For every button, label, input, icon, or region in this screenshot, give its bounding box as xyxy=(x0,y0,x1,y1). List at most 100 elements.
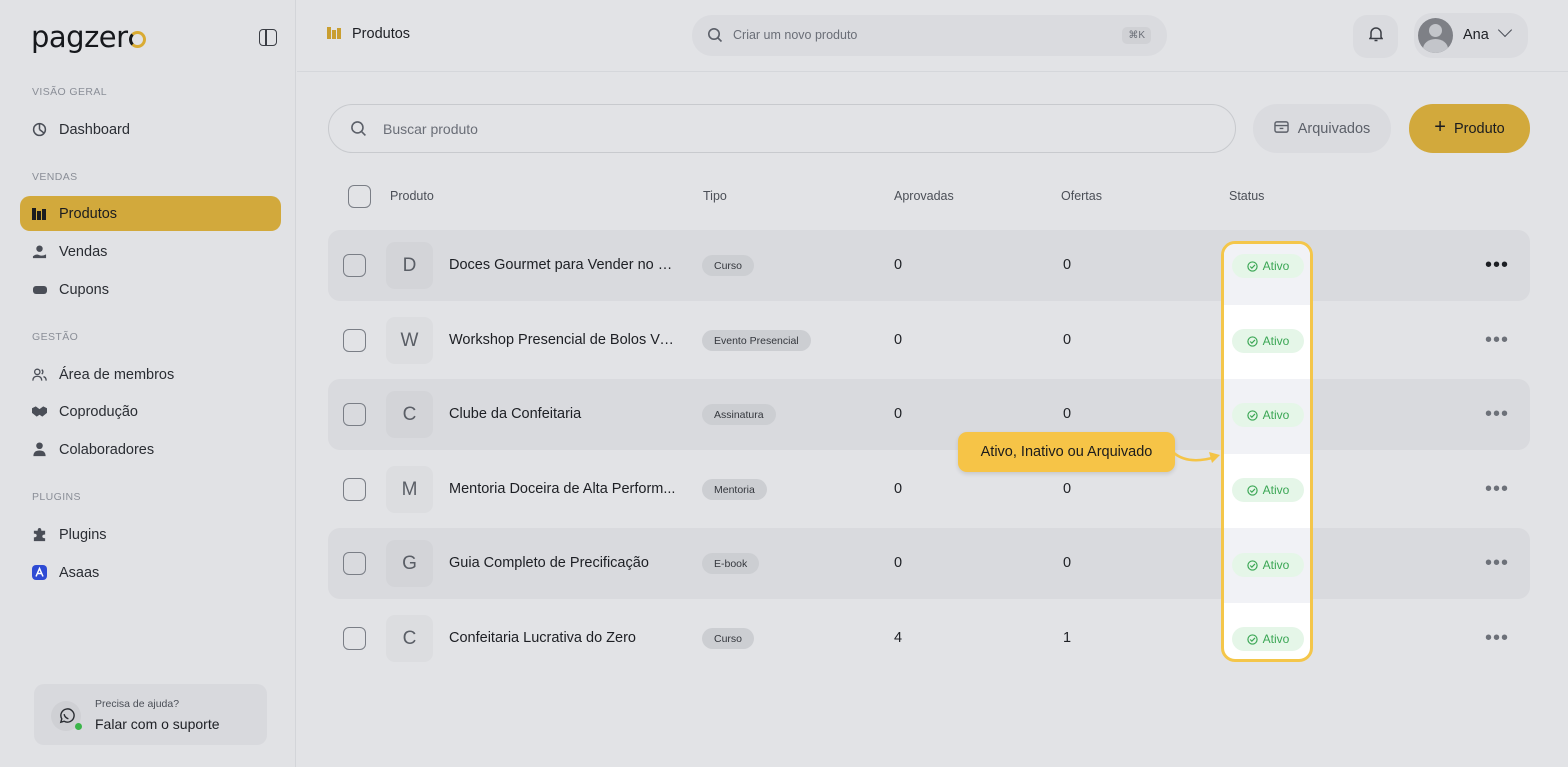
approved-count: 0 xyxy=(894,257,903,273)
type-badge: Evento Presencial xyxy=(702,330,811,351)
sidebar-item-label: Colaboradores xyxy=(59,441,155,458)
row-checkbox[interactable] xyxy=(343,254,366,277)
notifications-button[interactable] xyxy=(1353,15,1398,58)
sidebar-item-asaas[interactable]: Asaas xyxy=(20,555,281,590)
more-options-icon[interactable]: ••• xyxy=(1485,479,1509,499)
status-badge[interactable]: Ativo xyxy=(1232,627,1304,651)
sidebar-item-label: Vendas xyxy=(59,243,108,260)
product-search-input[interactable]: Buscar produto xyxy=(328,104,1236,153)
column-header-approved[interactable]: Aprovadas xyxy=(894,189,954,203)
type-badge: Curso xyxy=(702,255,755,276)
row-checkbox[interactable] xyxy=(343,329,366,352)
breadcrumb: Produtos xyxy=(327,26,410,42)
user-menu[interactable]: Ana xyxy=(1414,13,1528,58)
product-thumbnail: G xyxy=(386,540,433,587)
row-checkbox[interactable] xyxy=(343,627,366,650)
sidebar-item-sales[interactable]: Vendas xyxy=(20,234,281,269)
add-product-button[interactable]: + Produto xyxy=(1409,104,1530,153)
status-badge[interactable]: Ativo xyxy=(1232,553,1304,577)
sidebar-item-products[interactable]: Produtos xyxy=(20,196,281,231)
support-subtitle: Precisa de ajuda? xyxy=(95,698,180,710)
callout-arrow-icon xyxy=(1173,452,1220,463)
archive-icon xyxy=(1273,120,1289,138)
type-badge: Mentoria xyxy=(702,479,767,500)
user-icon xyxy=(32,442,47,457)
table-row[interactable]: D Doces Gourmet para Vender no N... Curs… xyxy=(328,230,1530,301)
support-link[interactable]: Falar com o suporte xyxy=(95,716,220,732)
sidebar-item-dashboard[interactable]: Dashboard xyxy=(20,112,281,147)
offers-count: 0 xyxy=(1063,481,1072,497)
table-row[interactable]: W Workshop Presencial de Bolos Vu... Eve… xyxy=(328,305,1530,376)
check-circle-icon xyxy=(1246,633,1258,645)
avatar xyxy=(1418,18,1453,53)
status-label: Ativo xyxy=(1262,483,1290,497)
more-options-icon[interactable]: ••• xyxy=(1485,404,1509,424)
status-badge[interactable]: Ativo xyxy=(1232,329,1304,353)
sidebar-item-members-area[interactable]: Área de membros xyxy=(20,357,281,392)
bell-icon xyxy=(1368,26,1383,47)
support-card[interactable]: Precisa de ajuda? Falar com o suporte xyxy=(34,684,267,745)
product-thumbnail: C xyxy=(386,615,433,662)
row-checkbox[interactable] xyxy=(343,552,366,575)
sidebar-item-coupons[interactable]: Cupons xyxy=(20,272,281,307)
status-badge[interactable]: Ativo xyxy=(1232,478,1304,502)
sidebar-item-coproduction[interactable]: Coprodução xyxy=(20,394,281,429)
create-product-search[interactable]: Criar um novo produto ⌘K xyxy=(692,15,1167,56)
table-row[interactable]: C Confeitaria Lucrativa do Zero Curso 4 … xyxy=(328,603,1530,674)
archived-button[interactable]: Arquivados xyxy=(1253,104,1391,153)
offers-count: 0 xyxy=(1063,555,1072,571)
check-circle-icon xyxy=(1246,409,1258,421)
plus-icon: + xyxy=(1434,116,1446,138)
handshake-icon xyxy=(32,404,47,419)
column-header-type[interactable]: Tipo xyxy=(703,189,727,203)
more-options-icon[interactable]: ••• xyxy=(1485,330,1509,350)
table-row[interactable]: G Guia Completo de Precificação E-book 0… xyxy=(328,528,1530,599)
sidebar-item-label: Plugins xyxy=(59,526,107,543)
status-label: Ativo xyxy=(1262,558,1290,572)
product-name[interactable]: Workshop Presencial de Bolos Vu... xyxy=(449,332,679,348)
table-row[interactable]: M Mentoria Doceira de Alta Perform... Me… xyxy=(328,454,1530,525)
row-checkbox[interactable] xyxy=(343,403,366,426)
shortcut-hint: ⌘K xyxy=(1122,27,1151,44)
more-options-icon[interactable]: ••• xyxy=(1485,553,1509,573)
product-name[interactable]: Clube da Confeitaria xyxy=(449,406,679,422)
status-column-highlight: Ativo Ativo Ativo Ativo Ativo Ativo xyxy=(1221,241,1313,662)
product-name[interactable]: Guia Completo de Precificação xyxy=(449,555,679,571)
sidebar-toggle-icon[interactable] xyxy=(259,29,277,46)
user-name: Ana xyxy=(1463,27,1489,43)
chevron-down-icon xyxy=(1497,22,1513,38)
offers-count: 1 xyxy=(1063,630,1072,646)
product-name[interactable]: Doces Gourmet para Vender no N... xyxy=(449,257,679,273)
column-header-offers[interactable]: Ofertas xyxy=(1061,189,1102,203)
sales-icon xyxy=(32,244,47,259)
brand-logo[interactable]: pagzer xyxy=(31,20,146,54)
row-checkbox[interactable] xyxy=(343,478,366,501)
product-search-placeholder: Buscar produto xyxy=(383,121,478,137)
more-options-icon[interactable]: ••• xyxy=(1485,628,1509,648)
status-label: Ativo xyxy=(1262,632,1290,646)
product-thumbnail: D xyxy=(386,242,433,289)
select-all-checkbox[interactable] xyxy=(348,185,371,208)
section-title-management: GESTÃO xyxy=(32,331,79,343)
status-label: Ativo xyxy=(1262,259,1290,273)
sidebar-item-collaborators[interactable]: Colaboradores xyxy=(20,432,281,467)
product-name[interactable]: Confeitaria Lucrativa do Zero xyxy=(449,630,679,646)
product-name[interactable]: Mentoria Doceira de Alta Perform... xyxy=(449,481,679,497)
table-row[interactable]: C Clube da Confeitaria Assinatura 0 0 ••… xyxy=(328,379,1530,450)
sidebar-item-label: Área de membros xyxy=(59,366,175,383)
column-header-status[interactable]: Status xyxy=(1229,189,1264,203)
product-thumbnail: W xyxy=(386,317,433,364)
asaas-icon xyxy=(32,565,47,580)
breadcrumb-label: Produtos xyxy=(352,26,411,42)
archived-label: Arquivados xyxy=(1297,120,1371,137)
offers-count: 0 xyxy=(1063,257,1072,273)
more-options-icon[interactable]: ••• xyxy=(1485,255,1509,275)
approved-count: 0 xyxy=(894,332,903,348)
sidebar-item-label: Dashboard xyxy=(59,121,130,138)
status-badge[interactable]: Ativo xyxy=(1232,403,1304,427)
offers-count: 0 xyxy=(1063,406,1072,422)
column-header-product[interactable]: Produto xyxy=(390,189,434,203)
products-icon xyxy=(327,26,342,42)
sidebar-item-plugins[interactable]: Plugins xyxy=(20,517,281,552)
status-badge[interactable]: Ativo xyxy=(1232,254,1304,278)
